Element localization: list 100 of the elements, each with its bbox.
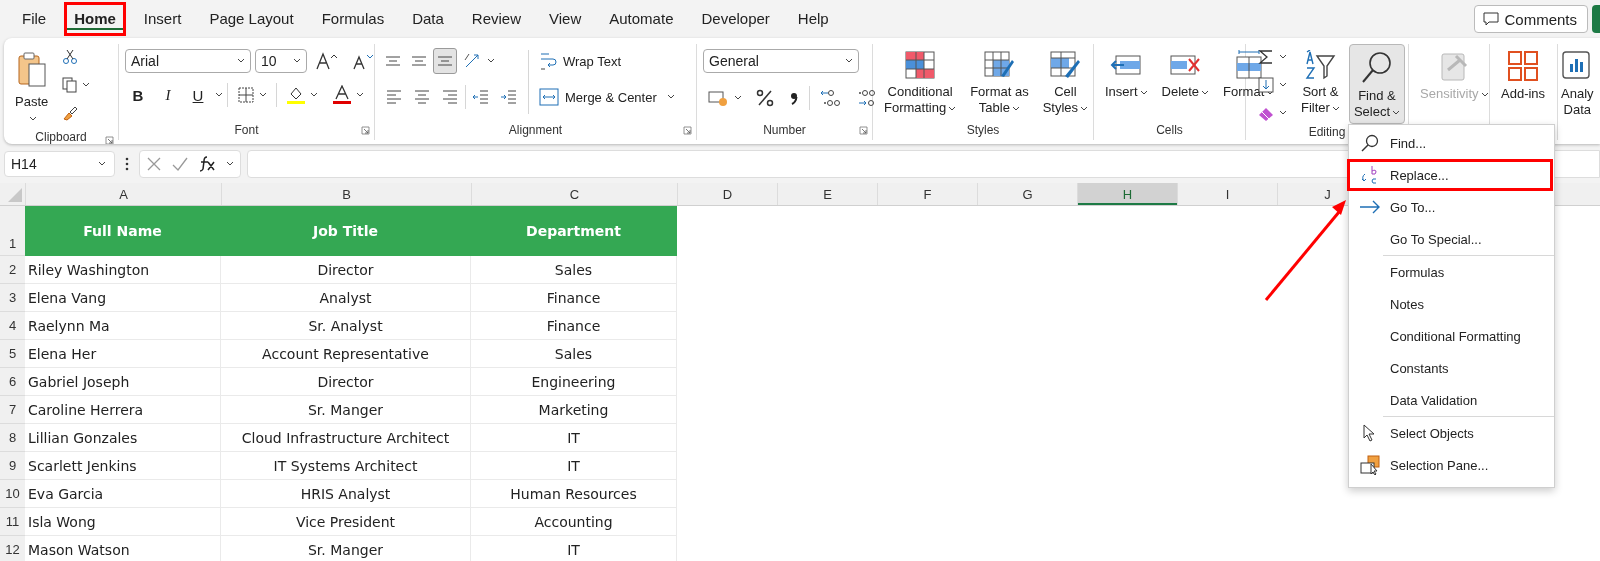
row-header[interactable]: 9	[0, 452, 25, 480]
column-header[interactable]: D	[677, 183, 777, 205]
caret-icon[interactable]	[226, 160, 234, 167]
menu-item[interactable]: Notes	[1347, 288, 1554, 320]
share-button[interactable]	[1592, 5, 1600, 33]
launcher-icon	[859, 126, 868, 135]
caret-icon	[1279, 82, 1287, 88]
percent-icon	[756, 89, 774, 107]
dialog-launcher-button[interactable]	[361, 126, 370, 135]
ribbon-tab[interactable]: Data	[402, 2, 454, 36]
number-format-dropdown[interactable]: General	[703, 49, 859, 73]
caret-icon[interactable]	[215, 92, 223, 98]
ribbon-tab[interactable]: View	[539, 2, 592, 36]
table-cell: Director	[221, 256, 471, 284]
ribbon-button[interactable]: Add-ins	[1496, 44, 1551, 106]
column-header[interactable]: F	[877, 183, 977, 205]
row-header[interactable]: 6	[0, 368, 25, 396]
caret-icon	[28, 115, 37, 122]
ribbon-tab[interactable]: Automate	[599, 2, 684, 36]
row-header[interactable]: 8	[0, 424, 25, 452]
row-header[interactable]: 10	[0, 480, 25, 508]
name-box[interactable]: H14	[4, 150, 115, 177]
ribbon-button[interactable]: Conditional Formatting	[879, 44, 962, 120]
menu-item[interactable]: Select Objects	[1347, 417, 1554, 449]
column-header[interactable]: E	[777, 183, 877, 205]
dialog-launcher-button[interactable]	[859, 126, 868, 135]
increase-indent-icon	[500, 88, 518, 106]
bold-button[interactable]: B	[125, 82, 151, 108]
row-header[interactable]: 5	[0, 340, 25, 368]
menu-item[interactable]: Selection Pane...	[1347, 449, 1554, 481]
table-cell: Account Representative	[221, 340, 471, 368]
group-label: Editing	[1308, 125, 1346, 139]
font-name-dropdown[interactable]: Arial	[125, 49, 251, 73]
menu-item[interactable]: Go To Special...	[1347, 223, 1554, 255]
dialog-launcher-button[interactable]	[105, 136, 114, 144]
table-cell: Gabriel Joseph	[25, 368, 221, 396]
column-header[interactable]: C	[471, 183, 677, 205]
menu-item[interactable]: Find...	[1347, 127, 1554, 159]
table-cell: Elena Her	[25, 340, 221, 368]
function-icon[interactable]	[198, 155, 216, 172]
increase-decimal-icon	[819, 88, 841, 108]
ribbon-button[interactable]: Format as Table	[965, 44, 1034, 120]
copy-icon	[62, 77, 79, 93]
comments-button[interactable]: Comments	[1474, 5, 1588, 33]
ribbon-button[interactable]: Sort & Filter	[1296, 44, 1345, 120]
selection-pane-icon	[1360, 455, 1380, 475]
merge-center-button[interactable]: Merge & Center	[535, 80, 679, 114]
paste-button[interactable]: Paste	[10, 44, 54, 130]
align-center-icon	[413, 88, 431, 106]
table-cell: Engineering	[471, 368, 677, 396]
ribbon-button[interactable]: Insert	[1100, 44, 1153, 104]
column-header[interactable]: A	[25, 183, 221, 205]
font-size-dropdown[interactable]: 10	[255, 49, 307, 73]
column-header[interactable]: I	[1177, 183, 1277, 205]
italic-button[interactable]: I	[155, 82, 181, 108]
ribbon-button[interactable]: Delete	[1156, 44, 1215, 104]
column-header[interactable]: H	[1077, 183, 1177, 205]
table-cell: Mason Watson	[25, 536, 221, 561]
table-cell: Sr. Manger	[221, 396, 471, 424]
row-header[interactable]: 11	[0, 508, 25, 536]
check-icon[interactable]	[172, 155, 188, 172]
column-header[interactable]: B	[221, 183, 471, 205]
ribbon-tab[interactable]: Page Layout	[199, 2, 304, 36]
menu-item[interactable]: Constants	[1347, 352, 1554, 384]
row-header[interactable]: 3	[0, 284, 25, 312]
ribbon-tab[interactable]: Review	[461, 2, 531, 36]
ribbon-tab[interactable]: Insert	[133, 2, 192, 36]
table-cell: Vice President	[221, 508, 471, 536]
align-bottom-button[interactable]	[433, 48, 457, 74]
menu-item[interactable]: Conditional Formatting	[1347, 320, 1554, 352]
ribbon-button[interactable]: Analy Data	[1558, 44, 1597, 122]
ribbon-tab[interactable]: Formulas	[311, 2, 395, 36]
table-cell: Riley Washington	[25, 256, 221, 284]
arrow-icon	[1359, 200, 1381, 214]
ribbon-button[interactable]: Cell Styles	[1037, 44, 1094, 120]
row-header[interactable]: 12	[0, 536, 25, 561]
menu-item[interactable]: Replace...	[1347, 159, 1553, 191]
fill-color-icon	[286, 85, 306, 105]
more-icon[interactable]	[125, 156, 129, 171]
ribbon-tab[interactable]: Help	[787, 2, 839, 36]
cut-icon	[62, 49, 79, 65]
underline-button[interactable]: U	[185, 82, 211, 108]
menu-item[interactable]: Data Validation	[1347, 384, 1554, 416]
ribbon-tab[interactable]: Developer	[691, 2, 780, 36]
table-cell: Sr. Analyst	[221, 312, 471, 340]
cancel-icon[interactable]	[146, 155, 162, 172]
row-header[interactable]: 2	[0, 256, 25, 284]
row-header[interactable]: 4	[0, 312, 25, 340]
font-color-icon	[332, 85, 352, 105]
menu-item[interactable]: Formulas	[1347, 256, 1554, 288]
ribbon-button[interactable]: Find & Select	[1348, 44, 1406, 124]
row-header[interactable]: 1	[0, 206, 25, 256]
caret-icon	[845, 58, 853, 64]
ribbon-tab[interactable]: Home	[64, 2, 126, 36]
align-right-icon	[441, 88, 459, 106]
ribbon-tab[interactable]: File	[12, 2, 57, 36]
align-top-icon	[385, 56, 401, 66]
dialog-launcher-button[interactable]	[683, 126, 692, 135]
wrap-text-button[interactable]: Wrap Text	[535, 44, 679, 78]
row-header[interactable]: 7	[0, 396, 25, 424]
